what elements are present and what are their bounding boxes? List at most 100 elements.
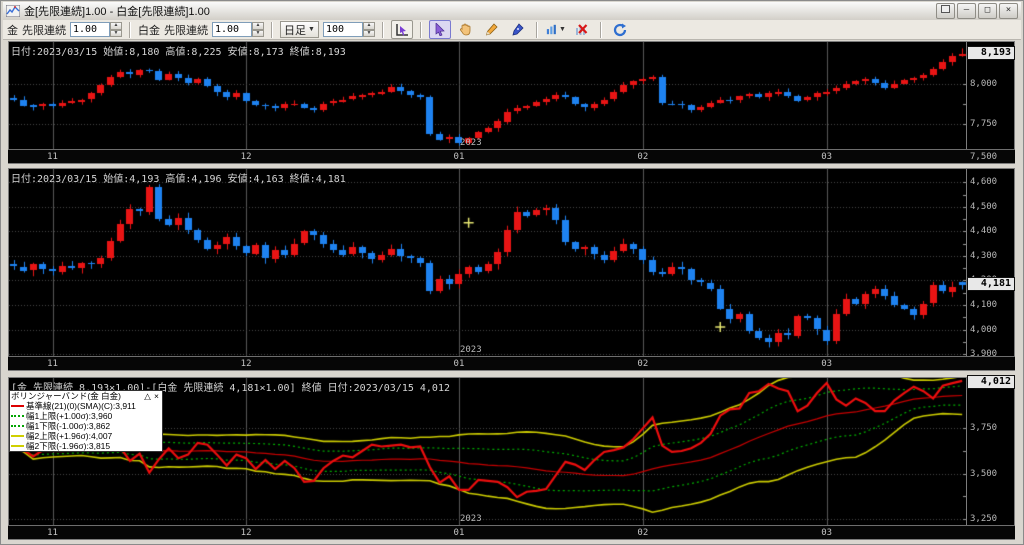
bar-count-value[interactable]: 100 [323, 22, 363, 37]
toolbar: 金 先限連続 1.00 ▲▼ 白金 先限連続 1.00 ▲▼ 日足 ▼ 100 … [3, 20, 1021, 40]
gold-multiplier-spinner[interactable]: 1.00 ▲▼ [70, 22, 122, 37]
platinum-multiplier-down-button[interactable]: ▼ [252, 30, 264, 38]
legend-item: 基準線(21)(0)(SMA)(C):3,911 [11, 401, 161, 411]
cursor-arrow-icon [434, 23, 446, 36]
chart-app-icon [6, 5, 20, 17]
bottom-axis-value: 7,500 [970, 152, 997, 162]
chart-type-menu-button[interactable]: ▼ [545, 20, 567, 39]
month-label: 12 [234, 152, 258, 162]
red-line-swatch [11, 405, 24, 407]
refresh-icon [613, 23, 627, 37]
title-bar: 金[先限連続]1.00 - 白金[先限連続]1.00 – □ × [3, 2, 1021, 20]
year-label: 2023 [460, 138, 482, 148]
month-label: 11 [41, 528, 65, 538]
platinum-chart-canvas[interactable] [9, 169, 967, 357]
platinum-contract-label: 先限連続 [164, 22, 208, 38]
gold-current-price-box: 8,193 [967, 46, 1015, 60]
gold-multiplier-up-button[interactable]: ▲ [110, 22, 122, 30]
bar-chart-icon [546, 23, 557, 36]
platinum-axis-label: 4,300 [970, 251, 997, 261]
green-line-swatch [11, 425, 24, 427]
timeframe-dropdown[interactable]: 日足 ▼ [280, 21, 319, 38]
select-tool-button[interactable] [429, 20, 451, 39]
platinum-axis-label: 4,000 [970, 325, 997, 335]
minimize-button[interactable]: – [957, 3, 976, 19]
legend-collapse-button[interactable]: △ [143, 391, 152, 401]
gold-multiplier-value[interactable]: 1.00 [70, 22, 110, 37]
year-label: 2023 [460, 345, 482, 355]
month-label: 01 [447, 152, 471, 162]
chevron-down-icon: ▼ [559, 26, 566, 33]
pen-draw-tool-button[interactable] [507, 20, 529, 39]
month-label: 01 [447, 528, 471, 538]
month-label: 02 [631, 528, 655, 538]
platinum-ohlc-header: 日付:2023/03/15 始値:4,193 高値:4,196 安値:4,163… [11, 170, 346, 185]
close-button[interactable]: × [999, 3, 1018, 19]
gold-axis-label: 7,750 [970, 119, 997, 129]
legend-item-label: 幅1下限(-1.00σ):3,862 [26, 421, 110, 431]
month-label: 03 [815, 359, 839, 369]
legend-close-button[interactable]: × [152, 391, 161, 401]
platinum-axis-label: 4,500 [970, 202, 997, 212]
platinum-multiplier-value[interactable]: 1.00 [212, 22, 252, 37]
timeframe-label: 日足 [284, 22, 306, 38]
platinum-symbol-label: 白金 [138, 22, 160, 38]
chevron-down-icon: ▼ [308, 26, 315, 33]
legend-item: 幅2下限(-1.96σ):3,815 [11, 441, 161, 451]
yellow-line-swatch [11, 435, 24, 437]
toolbar-separator [536, 22, 538, 38]
toolbar-separator [271, 22, 273, 38]
pan-tool-button[interactable] [455, 20, 477, 39]
toolbar-separator [382, 22, 384, 38]
platinum-axis-label: 4,600 [970, 177, 997, 187]
gold-chart-canvas[interactable] [9, 42, 967, 150]
gold-multiplier-down-button[interactable]: ▼ [110, 30, 122, 38]
platinum-multiplier-spinner[interactable]: 1.00 ▲▼ [212, 22, 264, 37]
toolbar-separator [129, 22, 131, 38]
month-label: 11 [41, 152, 65, 162]
platinum-axis-label: 4,100 [970, 300, 997, 310]
month-label: 11 [41, 359, 65, 369]
month-label: 03 [815, 528, 839, 538]
legend-item: 幅1上限(+1.00σ):3,960 [11, 411, 161, 421]
spread-axis-label: 3,500 [970, 469, 997, 479]
bollinger-legend[interactable]: ボリンジャーバンド(金 白金) △ × 基準線(21)(0)(SMA)(C):3… [9, 390, 163, 452]
legend-item-label: 基準線(21)(0)(SMA)(C):3,911 [26, 401, 136, 411]
toolbar-separator [600, 22, 602, 38]
gold-axis-label: 8,000 [970, 79, 997, 89]
app-window: 金[先限連続]1.00 - 白金[先限連続]1.00 – □ × 金 先限連続 … [0, 0, 1024, 545]
green-line-swatch [11, 415, 24, 417]
gold-ohlc-header: 日付:2023/03/15 始値:8,180 高値:8,225 安値:8,173… [11, 43, 346, 58]
chart-cursor-tool-button[interactable] [391, 20, 413, 39]
spread-time-axis: 1112010203 [8, 525, 1015, 540]
month-label: 02 [631, 152, 655, 162]
legend-item-label: 幅2上限(+1.96σ):4,007 [26, 431, 112, 441]
legend-item-label: 幅1上限(+1.00σ):3,960 [26, 411, 112, 421]
reload-button[interactable] [609, 20, 631, 39]
platinum-multiplier-up-button[interactable]: ▲ [252, 22, 264, 30]
platinum-time-axis: 11 12 01 02 03 [8, 356, 1015, 371]
cascade-window-button[interactable] [936, 3, 955, 19]
maximize-button[interactable]: □ [978, 3, 997, 19]
year-label: 2023 [460, 514, 482, 524]
toolbar-separator [420, 22, 422, 38]
month-label: 01 [447, 359, 471, 369]
delete-indicator-button[interactable] [571, 20, 593, 39]
window-title: 金[先限連続]1.00 - 白金[先限連続]1.00 [24, 3, 934, 19]
month-label: 02 [631, 359, 655, 369]
bar-count-down-button[interactable]: ▼ [363, 30, 375, 38]
platinum-axis-label: 4,400 [970, 226, 997, 236]
legend-item-label: 幅2下限(-1.96σ):3,815 [26, 441, 110, 451]
legend-item: 幅1下限(-1.00σ):3,862 [11, 421, 161, 431]
spread-current-price-box: 4,012 [967, 375, 1015, 389]
spread-axis-label: 3,750 [970, 423, 997, 433]
month-label: 12 [234, 359, 258, 369]
pencil-draw-tool-button[interactable] [481, 20, 503, 39]
bar-count-spinner[interactable]: 100 ▲▼ [323, 22, 375, 37]
spread-axis-label: 3,250 [970, 514, 997, 524]
pencil-icon [485, 23, 498, 36]
bar-count-up-button[interactable]: ▲ [363, 22, 375, 30]
platinum-price-axis: 4,6004,5004,4004,3004,2004,1004,0003,900 [966, 168, 1015, 356]
fountain-pen-icon [511, 23, 524, 36]
platinum-current-price-box: 4,181 [967, 277, 1015, 291]
